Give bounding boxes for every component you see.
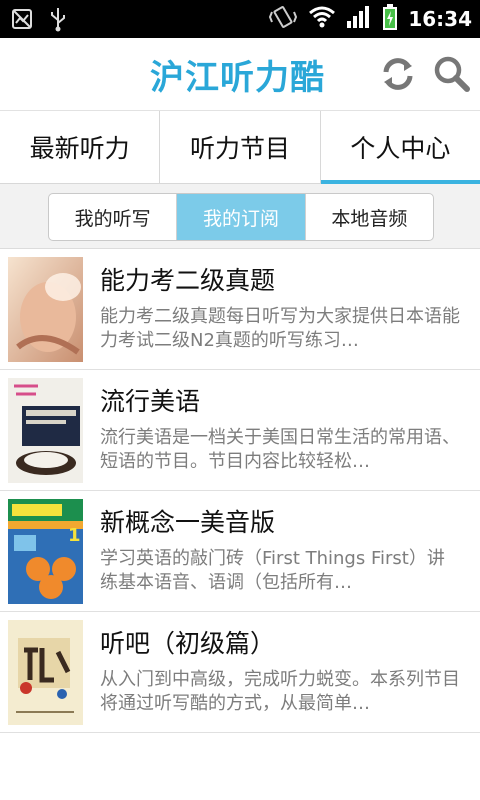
program-thumbnail bbox=[8, 378, 83, 483]
search-button[interactable] bbox=[432, 54, 472, 94]
svg-text:1: 1 bbox=[68, 525, 81, 546]
subtab-local-audio[interactable]: 本地音频 bbox=[306, 194, 433, 240]
battery-charging-icon bbox=[382, 3, 398, 35]
item-description: 从入门到中高级，完成听力蜕变。本系列节目将通过听写酷的方式，从最简单… bbox=[100, 669, 460, 714]
item-title: 流行美语 bbox=[100, 387, 201, 416]
refresh-button[interactable] bbox=[378, 54, 418, 94]
usb-icon bbox=[48, 6, 68, 36]
search-icon bbox=[434, 56, 470, 92]
subtab-my-dictation[interactable]: 我的听写 bbox=[49, 194, 178, 240]
wifi-icon bbox=[308, 5, 336, 33]
tab-personal-center[interactable]: 个人中心 bbox=[320, 111, 480, 184]
status-bar: 16:34 bbox=[0, 0, 480, 38]
tab-latest-listening[interactable]: 最新听力 bbox=[0, 111, 161, 183]
program-thumbnail: 1 bbox=[8, 499, 83, 604]
subscription-list: 能力考二级真题 能力考二级真题每日听写为大家提供日本语能力考试二级N2真题的听写… bbox=[0, 249, 480, 733]
no-sim-icon bbox=[10, 7, 34, 35]
vibrate-icon bbox=[268, 4, 298, 34]
list-item[interactable]: 流行美语 流行美语是一档关于美国日常生活的常用语、短语的节目。节目内容比较轻松… bbox=[0, 370, 480, 491]
main-tabs: 最新听力 听力节目 个人中心 bbox=[0, 111, 480, 184]
refresh-icon bbox=[383, 58, 413, 90]
segmented-control: 我的听写 我的订阅 本地音频 bbox=[48, 193, 434, 241]
item-title: 听吧（初级篇） bbox=[100, 629, 276, 658]
app-title: 沪江听力酷 bbox=[150, 58, 325, 98]
list-item[interactable]: 能力考二级真题 能力考二级真题每日听写为大家提供日本语能力考试二级N2真题的听写… bbox=[0, 249, 480, 370]
subtab-my-subscriptions[interactable]: 我的订阅 bbox=[177, 194, 306, 240]
tab-listening-programs[interactable]: 听力节目 bbox=[160, 111, 321, 183]
list-item[interactable]: 听吧（初级篇） 从入门到中高级，完成听力蜕变。本系列节目将通过听写酷的方式，从最… bbox=[0, 612, 480, 733]
app-header: 沪江听力酷 bbox=[0, 38, 480, 111]
program-thumbnail bbox=[8, 620, 83, 725]
item-title: 能力考二级真题 bbox=[100, 266, 276, 295]
signal-icon bbox=[346, 5, 372, 33]
item-description: 能力考二级真题每日听写为大家提供日本语能力考试二级N2真题的听写练习… bbox=[100, 306, 460, 351]
item-description: 流行美语是一档关于美国日常生活的常用语、短语的节目。节目内容比较轻松… bbox=[100, 427, 460, 472]
item-title: 新概念一美音版 bbox=[100, 508, 276, 537]
subtab-bar: 我的听写 我的订阅 本地音频 bbox=[0, 184, 480, 249]
list-item[interactable]: 1 新概念一美音版 学习英语的敲门砖（First Things First）讲练… bbox=[0, 491, 480, 612]
item-description: 学习英语的敲门砖（First Things First）讲练基本语音、语调（包括… bbox=[100, 548, 445, 593]
clock: 16:34 bbox=[408, 7, 472, 31]
program-thumbnail bbox=[8, 257, 83, 362]
